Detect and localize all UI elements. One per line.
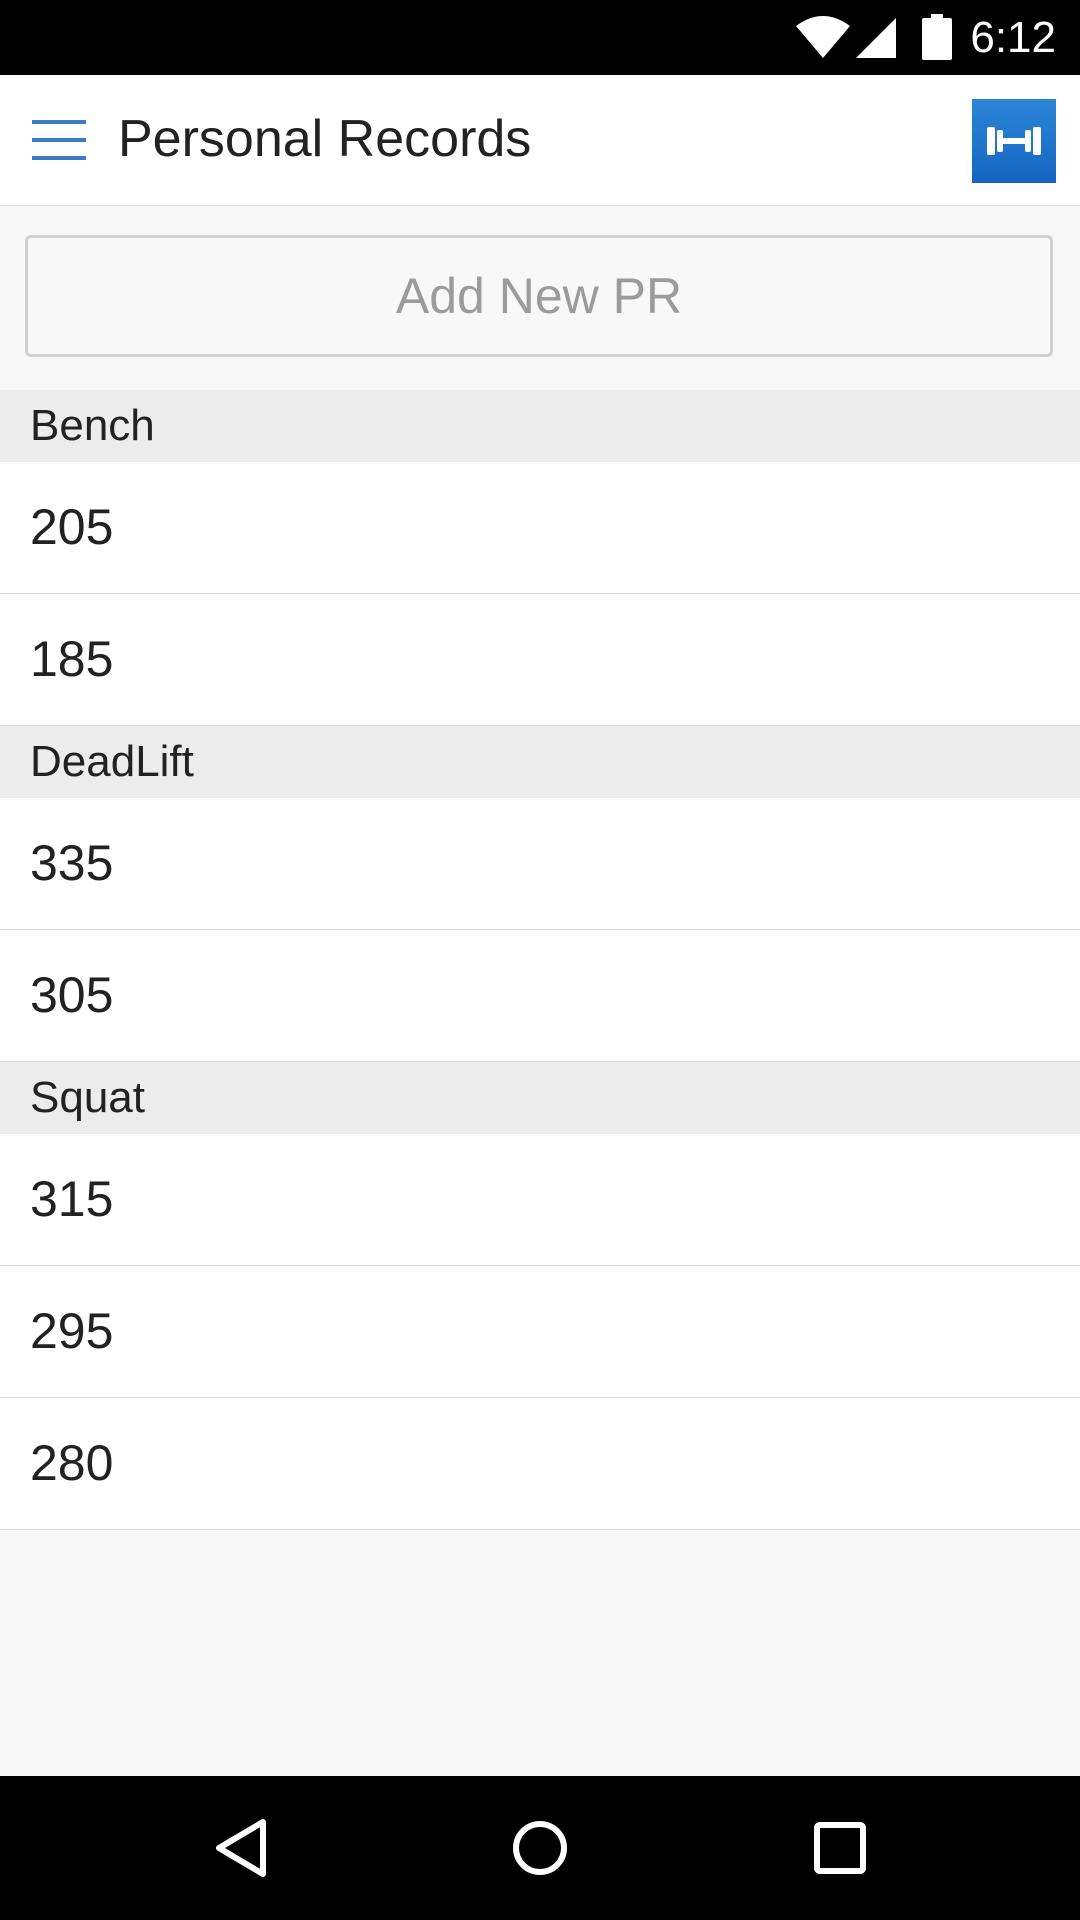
recents-icon[interactable] [812, 1818, 868, 1878]
record-row[interactable]: 280 [0, 1398, 1080, 1530]
record-row[interactable]: 315 [0, 1134, 1080, 1266]
hamburger-menu-icon[interactable] [32, 120, 86, 160]
navigation-bar [0, 1776, 1080, 1920]
records-list: Bench 205 185 DeadLift 335 305 Squat 315… [0, 390, 1080, 1530]
record-row[interactable]: 295 [0, 1266, 1080, 1398]
status-time: 6:12 [970, 13, 1056, 62]
app-logo [972, 99, 1056, 183]
back-icon[interactable] [213, 1818, 269, 1878]
section-header-squat: Squat [0, 1062, 1080, 1134]
section-header-bench: Bench [0, 390, 1080, 462]
home-icon[interactable] [511, 1818, 569, 1878]
wifi-icon [796, 16, 850, 58]
battery-icon [922, 14, 952, 60]
record-row[interactable]: 205 [0, 462, 1080, 594]
record-row[interactable]: 305 [0, 930, 1080, 1062]
record-row[interactable]: 185 [0, 594, 1080, 726]
dumbbell-icon [987, 127, 1041, 155]
record-row[interactable]: 335 [0, 798, 1080, 930]
section-header-deadlift: DeadLift [0, 726, 1080, 798]
app-bar: Personal Records [0, 75, 1080, 206]
page-title: Personal Records [118, 110, 532, 168]
add-new-pr-button[interactable]: Add New PR [25, 235, 1053, 357]
cell-signal-icon [856, 18, 896, 58]
status-bar: 6:12 [0, 0, 1080, 75]
